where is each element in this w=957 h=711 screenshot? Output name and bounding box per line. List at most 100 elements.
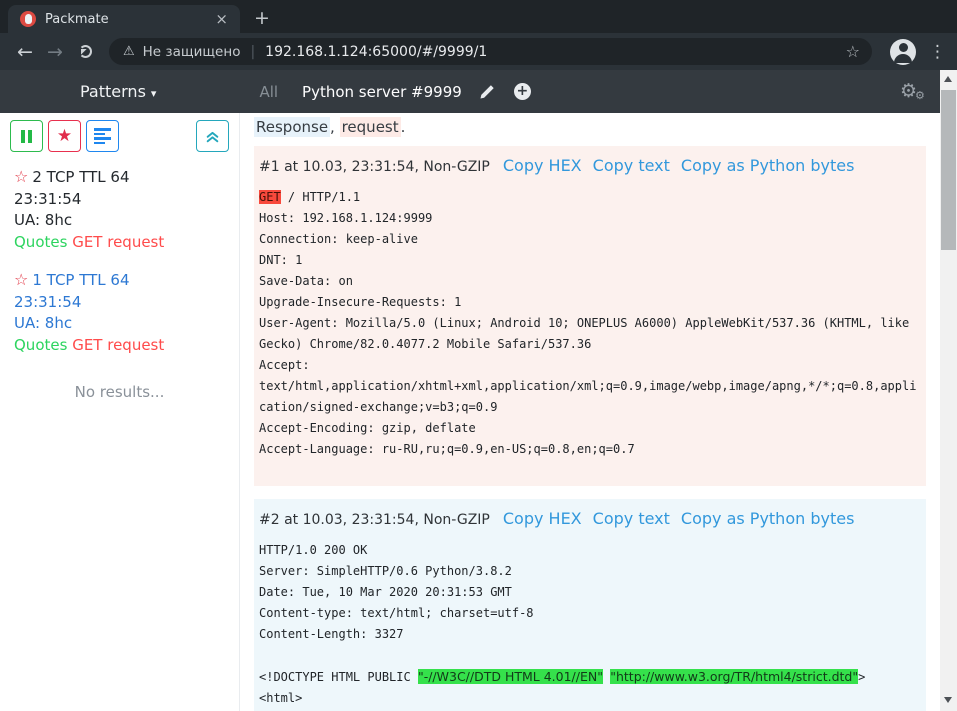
forward-icon[interactable]: → [40,41,70,63]
packet-text: Accept-Language: ru-RU,ru;q=0.9,en-US;q=… [259,442,635,456]
scroll-up-arrow[interactable] [944,76,952,82]
edit-pattern-icon[interactable] [479,84,495,100]
packet-text: Save-Data: on [259,274,353,288]
stream-user-agent: UA: 8hc [14,210,229,232]
favorite-star-icon[interactable]: ☆ [14,270,28,289]
match-highlight-green: "-//W3C//DTD HTML 4.01//EN" [418,669,603,684]
tab-current-pattern[interactable]: Python server #9999 [302,83,462,101]
back-icon[interactable]: ← [10,41,40,63]
packet-request: #1 at 10.03, 23:31:54, Non-GZIPCopy HEXC… [254,146,926,486]
copy-link[interactable]: Copy text [593,509,670,528]
packet-text: HTTP/1.0 200 OK [259,543,367,557]
scroll-down-arrow[interactable] [944,697,952,703]
match-highlight-green: "http://www.w3.org/TR/html4/strict.dtd" [610,669,858,684]
summary-text: , [330,118,340,136]
url-bar[interactable]: ⚠ Не защищено | 192.168.1.124:65000/#/99… [109,38,872,65]
browser-toolbar: ← → ⚠ Не защищено | 192.168.1.124:65000/… [0,33,957,70]
add-pattern-icon[interactable]: + [514,83,531,100]
packet-line: DNT: 1 [259,250,921,271]
packet-text: / HTTP/1.1 [281,190,360,204]
copy-link[interactable]: Copy HEX [503,156,582,175]
packet-line: Upgrade-Insecure-Requests: 1 [259,292,921,313]
packet-text: Server: SimpleHTTP/0.6 Python/3.8.2 [259,564,512,578]
stream-entry-title-line: ☆2 TCP TTL 64 [14,166,229,189]
summary-highlight-blue: Response [254,117,330,137]
packet-body: GET / HTTP/1.1Host: 192.168.1.124:9999Co… [259,187,921,460]
list-view-button[interactable] [86,120,119,152]
packet-header-row: #2 at 10.03, 23:31:54, Non-GZIP Copy HEX C… [259,509,921,528]
packet-line: Accept-Language: ru-RU,ru;q=0.9,en-US;q=… [259,439,921,460]
packet-text: Content-type: text/html; charset=utf-8 [259,606,534,620]
patterns-menu[interactable]: Patterns ▾ [80,82,156,101]
security-label[interactable]: Не защищено [143,44,241,60]
stream-entry[interactable]: ☆2 TCP TTL 6423:31:54UA: 8hcQuotes GET r… [14,166,229,253]
packet-text: Upgrade-Insecure-Requests: 1 [259,295,461,309]
new-tab-icon[interactable]: + [254,7,270,29]
profile-avatar[interactable] [890,39,916,65]
packet-line: Accept-Encoding: gzip, deflate [259,418,921,439]
copy-link[interactable]: Copy text [593,156,670,175]
stream-entry[interactable]: ☆1 TCP TTL 6423:31:54UA: 8hcQuotes GET r… [14,269,229,356]
summary-highlight-pink: request [340,117,401,137]
align-left-icon [94,126,111,146]
packet-response: #2 at 10.03, 23:31:54, Non-GZIP Copy HEX C… [254,499,926,711]
summary-text: . [401,118,406,136]
bookmark-star-icon[interactable]: ☆ [846,42,860,61]
packet-header: #2 at 10.03, 23:31:54, Non-GZIP [259,512,490,528]
pause-capture-button[interactable] [10,120,43,152]
pause-icon [21,130,32,143]
copy-link[interactable]: Copy HEX [503,509,582,528]
refresh-icon[interactable] [79,45,92,58]
browser-menu-icon[interactable]: ⋮ [929,42,943,62]
copy-link[interactable]: Copy as Python bytes [681,509,855,528]
close-tab-icon[interactable]: × [211,10,232,28]
packet-text: DNT: 1 [259,253,302,267]
packet-text: <html> [259,691,302,705]
collapse-panel-button[interactable] [196,120,229,152]
found-terms-summary: Response, request. [254,118,926,136]
not-secure-warning-icon[interactable]: ⚠ [123,44,135,59]
chevron-double-up-icon [205,129,220,144]
packet-line: Content-Length: 3327 [259,624,921,645]
stream-tags: Quotes GET request [14,335,229,357]
packet-text: Accept: text/html,application/xhtml+xml,… [259,358,916,414]
app-navbar: Patterns ▾ All Python server #9999 + ⚙ ⚙ [0,70,940,113]
packet-text: > [858,670,865,684]
packet-line: GET / HTTP/1.1 [259,187,921,208]
url-text[interactable]: 192.168.1.124:65000/#/9999/1 [265,44,845,60]
packet-line: <!DOCTYPE HTML PUBLIC "-//W3C//DTD HTML … [259,666,921,688]
stream-user-agent: UA: 8hc [14,313,229,335]
stream-detail-panel: Response, request. #1 at 10.03, 23:31:54… [240,113,940,711]
vertical-scrollbar[interactable] [940,70,957,711]
favorites-filter-button[interactable]: ★ [48,120,81,152]
stream-title: 1 TCP TTL 64 [32,271,129,289]
packet-header-row: #1 at 10.03, 23:31:54, Non-GZIPCopy HEXC… [259,156,921,175]
copy-link[interactable]: Copy as Python bytes [681,156,855,175]
packet-line [259,645,921,666]
packet-text: Content-Length: 3327 [259,627,404,641]
browser-tab[interactable]: Packmate × [8,5,240,33]
packet-line: Content-type: text/html; charset=utf-8 [259,603,921,624]
tag-green: Quotes [14,336,67,354]
packet-text: Accept-Encoding: gzip, deflate [259,421,476,435]
omnibox-separator: | [250,44,255,60]
tag-red: GET request [72,336,164,354]
packet-text: Date: Tue, 10 Mar 2020 20:31:53 GMT [259,585,512,599]
packet-line: <html> [259,688,921,709]
tag-green: Quotes [14,233,67,251]
packet-line: Date: Tue, 10 Mar 2020 20:31:53 GMT [259,582,921,603]
patterns-label: Patterns [80,82,146,101]
settings-gears-icon[interactable]: ⚙ ⚙ [900,80,926,104]
favorite-star-icon[interactable]: ☆ [14,167,28,186]
tag-red: GET request [72,233,164,251]
stream-title: 2 TCP TTL 64 [32,168,129,186]
scrollbar-thumb[interactable] [941,90,956,250]
packet-line: HTTP/1.0 200 OK [259,540,921,561]
tab-all-streams[interactable]: All [259,83,278,101]
packet-line: Server: SimpleHTTP/0.6 Python/3.8.2 [259,561,921,582]
chevron-down-icon: ▾ [151,87,157,100]
packmate-favicon [20,11,36,27]
browser-tabstrip: Packmate × + [0,0,957,33]
tab-title: Packmate [45,12,211,27]
packet-line: Connection: keep-alive [259,229,921,250]
